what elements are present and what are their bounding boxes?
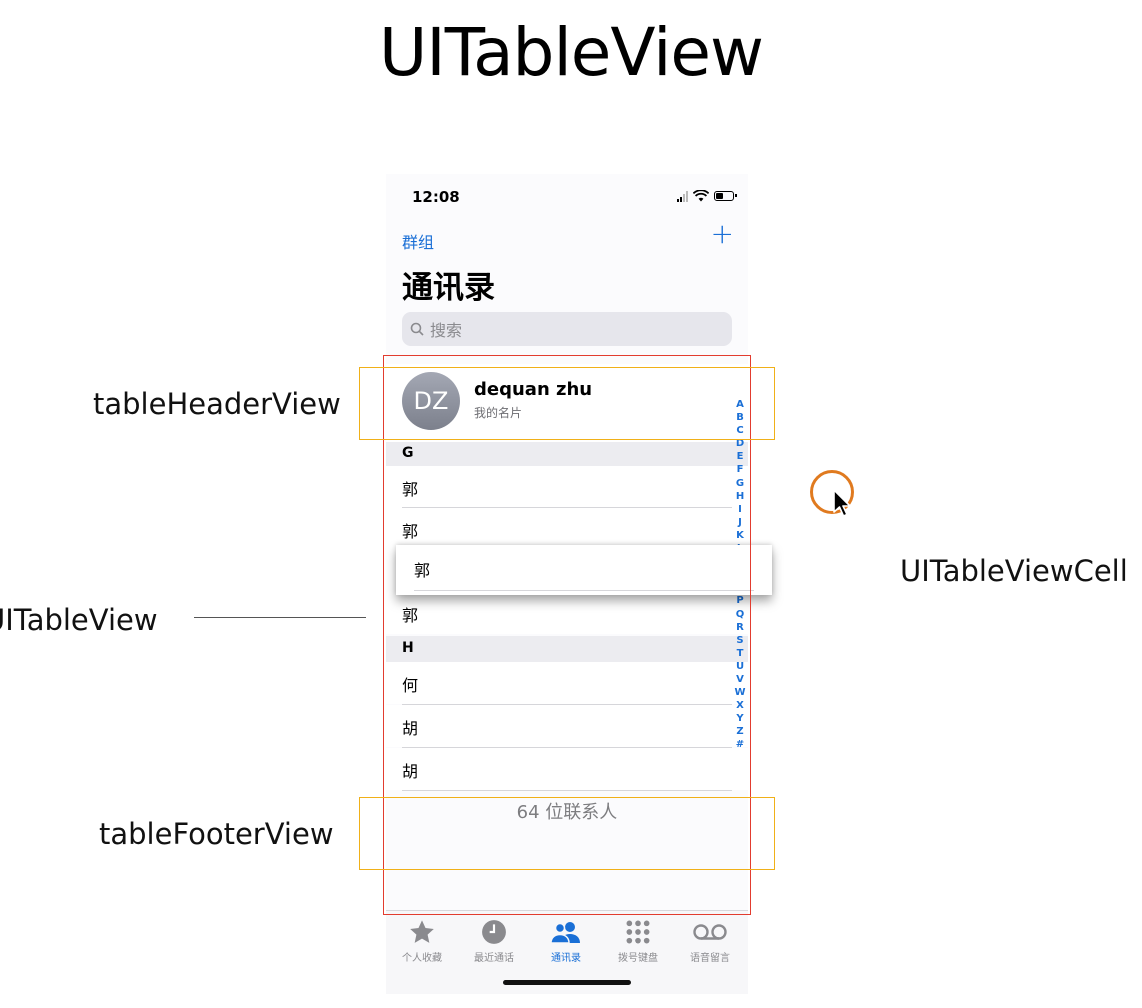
- page-title: 通讯录: [402, 270, 495, 306]
- star-icon: [386, 917, 458, 947]
- tab-label: 通讯录: [551, 953, 581, 964]
- tab-contacts[interactable]: 通讯录: [530, 917, 602, 964]
- contacts-icon: [530, 917, 602, 947]
- table-header-view-frame: [359, 367, 775, 440]
- label-table-footer-view: tableFooterView: [99, 817, 334, 851]
- slide-title: UITableView: [378, 14, 764, 91]
- cursor-arrow-icon: [833, 489, 851, 517]
- tab-recents[interactable]: 最近通话: [458, 917, 530, 964]
- status-icons: [677, 189, 737, 203]
- status-time: 12:08: [412, 188, 460, 206]
- tab-favorites[interactable]: 个人收藏: [386, 917, 458, 964]
- plus-icon[interactable]: +: [711, 220, 734, 248]
- table-footer-view-frame: [359, 797, 775, 870]
- label-table-view-cell: UITableViewCell: [900, 554, 1128, 588]
- connector-line: [194, 617, 366, 618]
- home-indicator: [503, 980, 631, 985]
- wifi-icon: [693, 190, 709, 202]
- tab-keypad[interactable]: 拨号键盘: [602, 917, 674, 964]
- keypad-icon: [602, 917, 674, 947]
- groups-button[interactable]: 群组: [402, 229, 434, 253]
- label-table-view: UITableView: [0, 603, 158, 637]
- tab-label: 拨号键盘: [618, 953, 658, 964]
- signal-icon: [677, 190, 688, 202]
- tab-label: 语音留言: [690, 953, 730, 964]
- label-table-header-view: tableHeaderView: [93, 387, 341, 421]
- search-input[interactable]: 搜索: [402, 312, 732, 346]
- voicemail-icon: [674, 917, 746, 947]
- search-icon: [410, 322, 424, 336]
- tab-voicemail[interactable]: 语音留言: [674, 917, 746, 964]
- tab-label: 个人收藏: [402, 953, 442, 964]
- tab-label: 最近通话: [474, 953, 514, 964]
- search-placeholder: 搜索: [430, 321, 463, 340]
- clock-icon: [458, 917, 530, 947]
- battery-icon: [714, 191, 737, 201]
